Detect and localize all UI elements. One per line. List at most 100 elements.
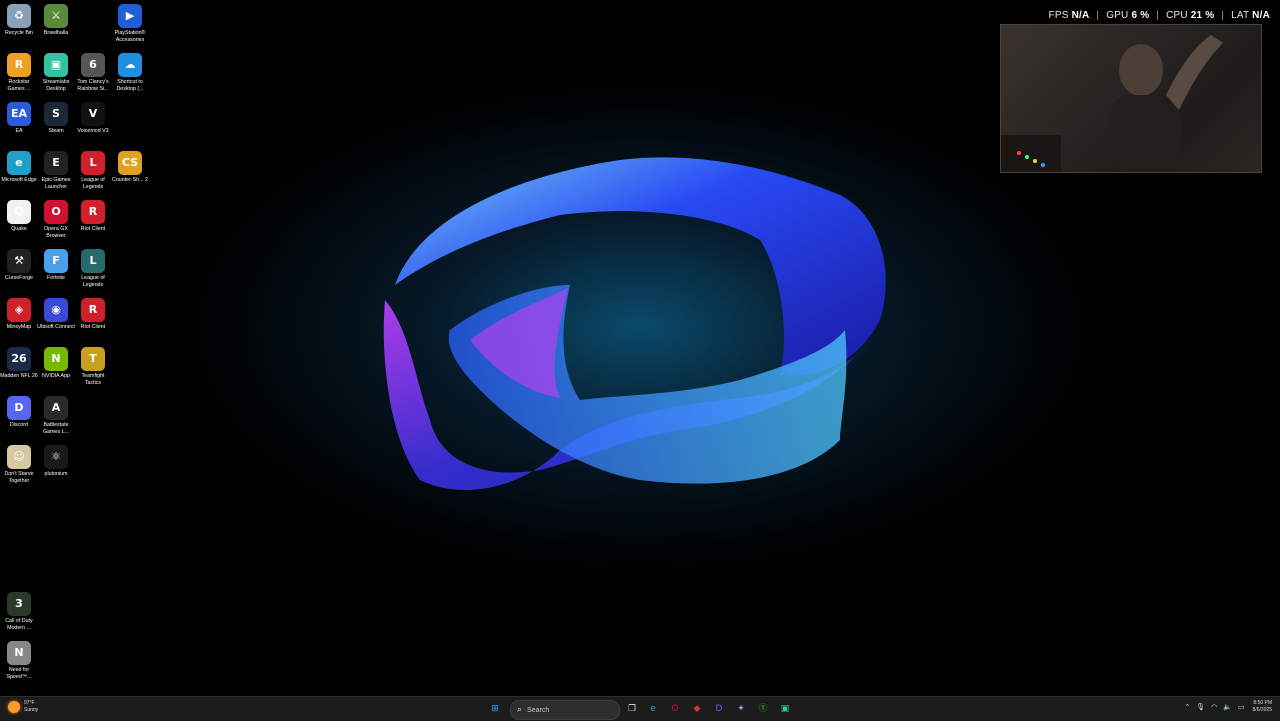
desktop-shortcut-label: Epic Games Launcher [41,177,71,190]
discord-taskbar-icon[interactable]: D [711,701,727,717]
desktop-shortcut[interactable]: F Fortnite [37,249,75,282]
desktop-shortcut-label: Need for Speed™... [6,667,32,680]
playstation-accessories-icon: ▶ [118,4,142,28]
wifi-icon[interactable]: ◠ [1211,703,1217,711]
desktop-shortcut-label: Call of Duty Modern ... [5,618,33,631]
desktop-shortcut[interactable]: CS Counter-Str... 2 [111,151,149,184]
desktop-shortcut-label: plutonium [44,471,68,477]
desktop-shortcut[interactable]: N NVIDIA App [37,347,75,380]
desktop-shortcut[interactable]: A Battlestate Games L... [37,396,75,435]
desktop-shortcut[interactable]: L League of Legends [74,249,112,288]
voicemod-icon: V [81,102,105,126]
desktop-shortcut-label: Counter-Str... 2 [112,177,148,183]
taskbar-search-box[interactable]: ⌕ Search [510,700,620,720]
desktop-shortcut[interactable]: ⚔ Brawlhalla [37,4,75,37]
cpu-value: 21 % [1190,10,1215,21]
separator: | [1096,10,1100,21]
desktop-shortcut[interactable]: ♻ Recycle Bin [0,4,38,37]
gpu-value: 6 % [1131,10,1150,21]
mineymap-icon: ◈ [7,298,31,322]
desktop-shortcut[interactable]: ⚒ CurseForge [0,249,38,282]
desktop-shortcut-label: Battlestate Games L... [43,422,69,435]
chevron-up-icon[interactable]: ⌃ [1184,703,1190,711]
search-icon: ⌕ [517,705,523,715]
desktop-shortcut[interactable]: D Discord [0,396,38,429]
brawlhalla-icon: ⚔ [44,4,68,28]
desktop-shortcut-label: Riot Client [80,324,106,330]
webcam-overlay [1000,24,1262,173]
desktop-shortcut-label: Shortcut to Desktop (... [116,79,144,92]
desktop-shortcut[interactable]: ⚛ plutonium [37,445,75,478]
recycle-bin-icon: ♻ [7,4,31,28]
quake-icon: Q [7,200,31,224]
weather-widget[interactable]: 97°F Sunny [8,700,38,714]
task-view-icon[interactable]: ❐ [624,701,640,717]
desktop-shortcut[interactable]: 26 Madden NFL 26 [0,347,38,380]
desktop-shortcut-label: Fortnite [47,275,65,281]
rockstar-games-icon: R [7,53,31,77]
cpu-label: CPU [1166,10,1188,21]
desktop-shortcut[interactable]: O Opera GX Browser [37,200,75,239]
desktop-shortcut[interactable]: e Microsoft Edge [0,151,38,184]
epic-games-icon: E [44,151,68,175]
desktop-shortcut[interactable]: R Riot Client [74,298,112,331]
desktop-shortcut-label: Teamfight Tactics [81,373,105,386]
desktop-shortcut[interactable]: ☺ Don't Starve Together [0,445,38,484]
desktop-shortcut[interactable]: R Riot Client [74,200,112,233]
desktop-shortcut-label: PlayStation® Accessories [114,30,146,43]
desktop-shortcut-label: CurseForge [5,275,33,281]
desktop-shortcut-label: EA [15,128,23,134]
opera-gx-taskbar-icon[interactable]: O [667,701,683,717]
desktop-shortcut[interactable]: EA EA [0,102,38,135]
desktop-shortcut[interactable]: ☁ Shortcut to Desktop (... [111,53,149,92]
streamlabs-taskbar-icon[interactable]: ▣ [777,701,793,717]
xbox-taskbar-icon[interactable]: Ⓧ [755,701,771,717]
copilot-taskbar-icon[interactable]: ✦ [733,701,749,717]
desktop-shortcut[interactable]: V Voicemod V3 [74,102,112,135]
fps-label: FPS [1048,10,1069,21]
taskbar-clock[interactable]: 8:50 PM 8/6/2025 [1253,700,1272,714]
desktop-shortcut-label: Rockstar Games ... [7,79,31,92]
speaker-icon[interactable]: 🔈 [1223,703,1232,711]
desktop-shortcut-label: League of Legends [81,275,105,288]
edge-icon: e [7,151,31,175]
clock-date: 8/6/2025 [1252,707,1272,713]
steam-icon: S [44,102,68,126]
lat-label: LAT [1231,10,1250,21]
desktop-shortcut-label: Voicemod V3 [77,128,109,134]
curseforge-icon: ⚒ [7,249,31,273]
desktop-shortcut[interactable]: 3 Call of Duty Modern ... [0,592,38,631]
performance-overlay: FPS N/A | GPU 6 % | CPU 21 % | LAT N/A [1049,10,1270,21]
app-red-taskbar-icon[interactable]: ◆ [689,701,705,717]
desktop-shortcut-label: Brawlhalla [43,30,69,36]
desktop-shortcut[interactable]: L League of Legends [74,151,112,190]
desktop-shortcut[interactable]: ▣ Streamlabs Desktop [37,53,75,92]
nvidia-app-icon: N [44,347,68,371]
desktop-shortcut[interactable]: ◈ MineyMap [0,298,38,331]
desktop-shortcut[interactable]: Q Quake [0,200,38,233]
desktop-shortcut[interactable]: ▶ PlayStation® Accessories [111,4,149,43]
desktop-shortcut[interactable]: T Teamfight Tactics [74,347,112,386]
desktop-shortcut[interactable]: ◉ Ubisoft Connect [37,298,75,331]
fps-value: N/A [1071,10,1090,21]
desktop-shortcut[interactable]: N Need for Speed™... [0,641,38,680]
microphone-icon[interactable]: 🎙 [1196,703,1205,711]
start-button-icon[interactable]: ⊞ [487,701,503,717]
system-tray: ⌃ 🎙 ◠ 🔈 ▭ 8:50 PM 8/6/2025 [1178,700,1272,714]
dont-starve-together-icon: ☺ [7,445,31,469]
clock-time: 8:50 PM [1253,700,1272,706]
battlestate-games-icon: A [44,396,68,420]
webcam-person-image [1001,35,1223,172]
desktop-shortcut-label: Recycle Bin [5,30,33,36]
edge-taskbar-icon[interactable]: e [645,701,661,717]
counter-strike-icon: CS [118,151,142,175]
desktop-shortcut[interactable]: S Steam [37,102,75,135]
desktop-shortcut-label: NVIDIA App [42,373,70,379]
desktop-shortcut[interactable]: E Epic Games Launcher [37,151,75,190]
taskbar: 97°F Sunny ⊞ ❐ e O ◆ D ✦ Ⓧ ▣ ⌕ Search ⌃ 🎙 ◠ 🔈 ▭ … [0,696,1280,721]
streamlabs-icon: ▣ [44,53,68,77]
search-placeholder: Search [527,706,550,714]
battery-icon[interactable]: ▭ [1238,703,1245,711]
desktop-shortcut[interactable]: R Rockstar Games ... [0,53,38,92]
desktop-shortcut[interactable]: 6 Tom Clancy's Rainbow Si... [74,53,112,92]
